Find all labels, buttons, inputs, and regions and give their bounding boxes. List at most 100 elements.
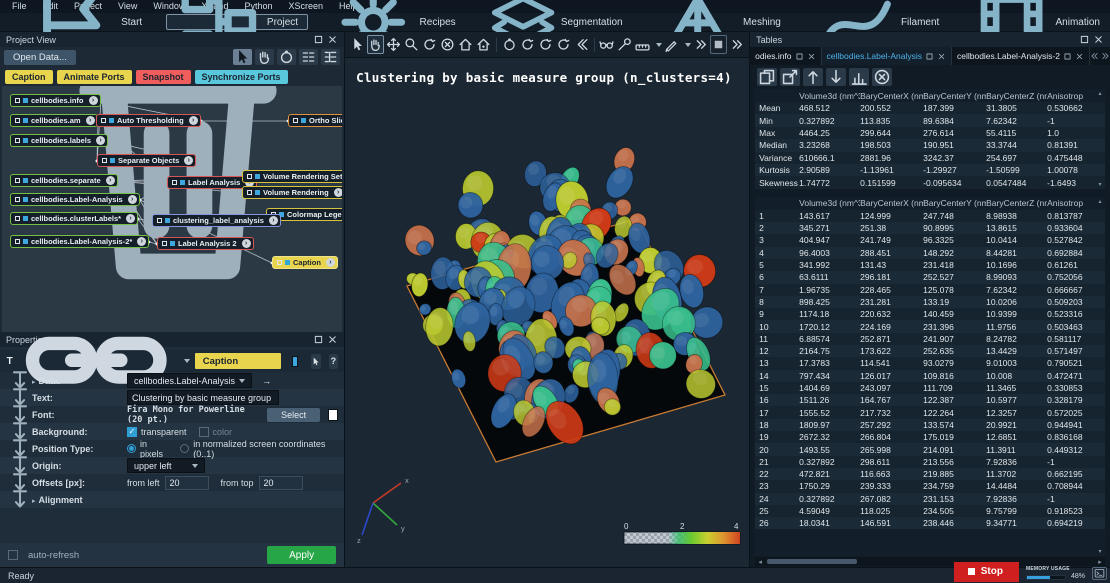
- apply-button[interactable]: Apply: [267, 546, 336, 564]
- help-button[interactable]: ?: [329, 354, 338, 369]
- float-panel-icon[interactable]: [313, 34, 324, 45]
- table-row[interactable]: 122164.75173.622252.63513.44290.571497: [755, 345, 1105, 357]
- node-cellbodies-label-analysis-2[interactable]: cellbodies.Label-Analysis-2*›: [10, 235, 149, 248]
- table-scrollbar[interactable]: ▴▾: [1096, 198, 1104, 555]
- table-row[interactable]: Min0.327892113.83589.63847.62342-1: [755, 114, 1105, 126]
- table-row[interactable]: 8898.425231.281133.1910.02060.509203: [755, 296, 1105, 308]
- node-caption[interactable]: Caption›: [272, 256, 338, 269]
- table-row[interactable]: 5341.992131.43231.41810.16960.61261: [755, 259, 1105, 271]
- node-cellbodies-clusterlabels[interactable]: cellbodies.clusterLabels*›: [10, 212, 138, 225]
- single-view-layout-icon[interactable]: [710, 35, 727, 54]
- table-row[interactable]: 496.4003288.451148.2928.442810.692884: [755, 247, 1105, 259]
- close-panel-icon[interactable]: [327, 34, 338, 45]
- scrollbar-thumb[interactable]: [767, 559, 857, 564]
- close-panel-icon[interactable]: [327, 334, 338, 345]
- table-row[interactable]: 22472.821116.663219.88511.37020.662195: [755, 468, 1105, 480]
- node-port-icon[interactable]: ›: [242, 239, 251, 248]
- table-row[interactable]: 181809.97257.292133.57420.99210.944941: [755, 419, 1105, 431]
- set-home-icon[interactable]: [475, 35, 492, 54]
- table-row[interactable]: Kurtosis2.90589-1.13961-1.29927-1.505991…: [755, 164, 1105, 176]
- node-port-icon[interactable]: ›: [86, 116, 95, 125]
- node-port-icon[interactable]: ›: [189, 116, 198, 125]
- scroll-left-icon[interactable]: ◂: [755, 558, 765, 566]
- table-row[interactable]: 210.327892298.611213.5567.92836-1: [755, 456, 1105, 468]
- menu-xscreen[interactable]: XScreen: [280, 0, 331, 13]
- open-data-button[interactable]: Open Data...: [4, 50, 76, 65]
- table-row[interactable]: Skewness1.747720.151599-0.0956340.054748…: [755, 176, 1105, 188]
- normalized-radio[interactable]: [180, 444, 189, 453]
- histogram-icon[interactable]: [849, 68, 869, 86]
- table-row[interactable]: 663.6111296.181252.5278.990930.752056: [755, 271, 1105, 283]
- node-separate-objects[interactable]: Separate Objects›: [97, 154, 196, 167]
- node-auto-thresholding[interactable]: Auto Thresholding›: [96, 114, 201, 127]
- tag-animate-ports[interactable]: Animate Ports: [57, 70, 132, 84]
- node-cellbodies-separate[interactable]: cellbodies.separate›: [10, 174, 118, 187]
- table-row[interactable]: 3404.947241.74996.332510.04140.527842: [755, 234, 1105, 246]
- console-icon[interactable]: [1092, 567, 1107, 580]
- float-tab-icon[interactable]: [1063, 52, 1072, 61]
- node-cellbodies-labels[interactable]: cellbodies.labels›: [10, 134, 108, 147]
- node-port-icon[interactable]: ›: [184, 156, 193, 165]
- module-color-swatch[interactable]: [292, 356, 299, 367]
- select-cursor-icon[interactable]: [233, 49, 252, 65]
- chevron-down-icon[interactable]: [685, 43, 691, 47]
- tag-synchronize-ports[interactable]: Synchronize Ports: [195, 70, 288, 84]
- tab-odies-info[interactable]: odies.info: [750, 47, 821, 65]
- node-port-icon[interactable]: ›: [89, 96, 98, 105]
- ribbon-tab-project[interactable]: Project: [166, 14, 308, 30]
- close-panel-icon[interactable]: [1093, 34, 1104, 45]
- translate-icon[interactable]: [385, 35, 402, 54]
- export-icon[interactable]: [780, 68, 800, 86]
- module-name-field[interactable]: Caption: [195, 353, 281, 369]
- font-select-button[interactable]: Select: [267, 408, 320, 422]
- table-row[interactable]: 161511.26164.767122.38710.59770.328179: [755, 394, 1105, 406]
- float-panel-icon[interactable]: [313, 334, 324, 345]
- statistics-table[interactable]: ▴▾ Volume3d (nm^3)BaryCenterX (nm)BaryCe…: [755, 89, 1105, 189]
- node-port-icon[interactable]: ›: [269, 216, 278, 225]
- tab-cellbodies-label-analysis-2[interactable]: cellbodies.Label-Analysis-2: [952, 47, 1090, 65]
- close-tab-icon[interactable]: [937, 52, 946, 61]
- table-row[interactable]: Max4464.25299.644276.61455.41151.0: [755, 127, 1105, 139]
- pan-hand-icon[interactable]: [367, 35, 384, 54]
- table-row[interactable]: 171555.52217.732122.26412.32570.572025: [755, 406, 1105, 418]
- table-row[interactable]: 2618.0341146.591238.4469.347710.694219: [755, 517, 1105, 529]
- move-down-icon[interactable]: [826, 68, 846, 86]
- node-ortho-slice[interactable]: Ortho Slice›: [288, 114, 342, 127]
- text-input[interactable]: [127, 390, 279, 405]
- table-row[interactable]: 1143.617124.999247.7488.989380.813787: [755, 210, 1105, 222]
- auto-refresh-checkbox[interactable]: [8, 550, 18, 560]
- node-label-analysis-2[interactable]: Label Analysis 2›: [157, 237, 254, 250]
- table-row[interactable]: 1317.3783114.54193.02799.010030.790521: [755, 357, 1105, 369]
- home-icon[interactable]: [457, 35, 474, 54]
- transparent-checkbox[interactable]: ✓: [127, 427, 137, 437]
- close-tab-icon[interactable]: [807, 52, 816, 61]
- pin-icon[interactable]: [8, 487, 32, 513]
- stats-scrollbar[interactable]: ▴▾: [1096, 90, 1104, 188]
- node-volume-rendering-settings[interactable]: Volume Rendering Settings›: [242, 170, 342, 183]
- probe-icon[interactable]: [616, 35, 633, 54]
- tab-scroll-right-icon[interactable]: [1100, 50, 1110, 62]
- ribbon-tab-segmentation[interactable]: Segmentation: [480, 14, 633, 30]
- table-row[interactable]: 91174.18220.632140.45910.93990.523316: [755, 308, 1105, 320]
- pool-view-icon[interactable]: [321, 49, 340, 65]
- float-tab-icon[interactable]: [795, 52, 804, 61]
- node-port-icon[interactable]: ›: [106, 176, 115, 185]
- node-cellbodies-info[interactable]: cellbodies.info›: [10, 94, 101, 107]
- close-tab-icon[interactable]: [1075, 52, 1084, 61]
- chevron-down-icon[interactable]: [656, 43, 662, 47]
- expander-icon[interactable]: ▸: [32, 379, 36, 386]
- from-top-input[interactable]: [259, 476, 303, 490]
- table-row[interactable]: 231750.29239.333234.75914.44840.708944: [755, 480, 1105, 492]
- node-port-icon[interactable]: ›: [128, 195, 137, 204]
- node-port-icon[interactable]: ›: [334, 188, 342, 197]
- spin-icon[interactable]: [501, 35, 518, 54]
- rotate-x-icon[interactable]: [519, 35, 536, 54]
- node-port-icon[interactable]: ›: [326, 258, 335, 267]
- pick-button[interactable]: [311, 354, 320, 369]
- ribbon-tab-filament[interactable]: Filament: [805, 14, 949, 30]
- tree-view-icon[interactable]: [299, 49, 318, 65]
- node-cellbodies-am[interactable]: cellbodies.am›: [10, 114, 98, 127]
- origin-dropdown[interactable]: upper left: [127, 458, 205, 473]
- more-layout-icon[interactable]: [728, 35, 745, 54]
- stereo-glasses-icon[interactable]: [598, 35, 615, 54]
